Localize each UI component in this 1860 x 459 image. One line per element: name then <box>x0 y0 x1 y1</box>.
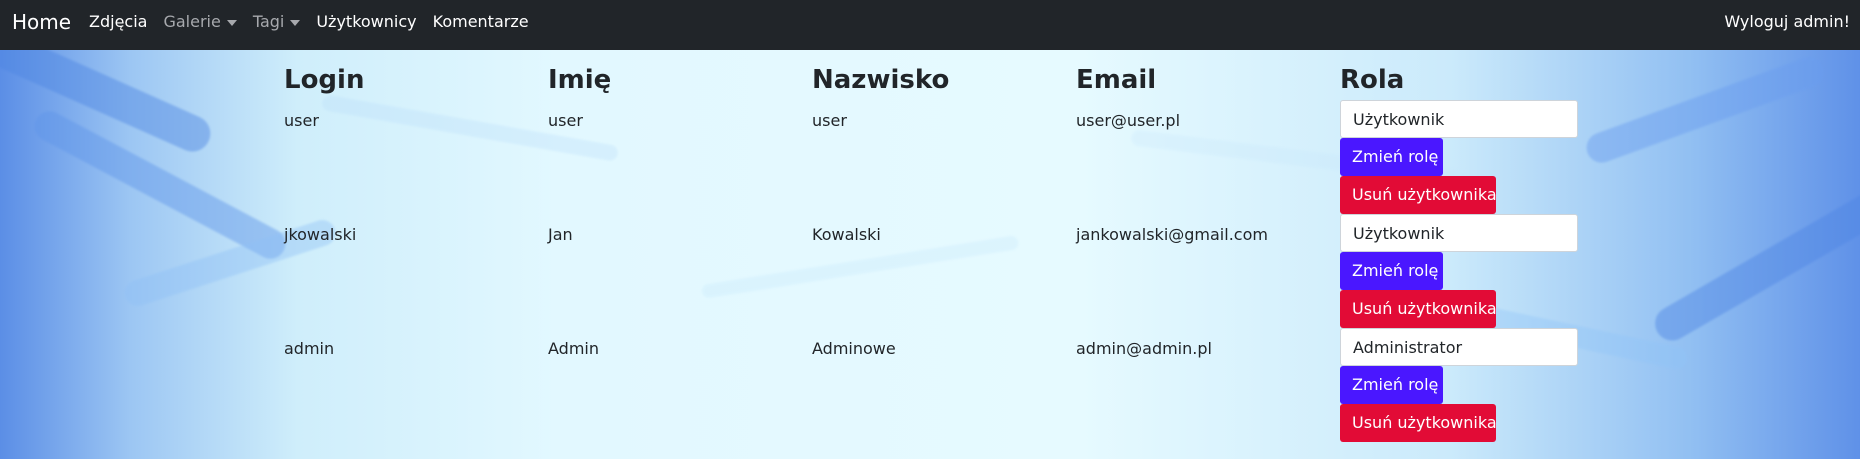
delete-user-button[interactable]: Usuń użytkownika <box>1340 290 1497 328</box>
first-name-cell: Jan <box>548 225 573 244</box>
first-name-cell: user <box>548 111 583 130</box>
role-actions: Zmień rolę Usuń użytkownika <box>1340 214 1578 328</box>
table-row: user user user user@user.pl Zmień rolę U… <box>284 100 1604 216</box>
email-column-header: Email <box>1076 65 1157 95</box>
chevron-down-icon <box>290 19 301 26</box>
nav-galleries-dropdown[interactable]: Galerie <box>163 12 237 32</box>
top-navbar: Home Zdjęcia Galerie Tagi Użytkownicy Ko… <box>0 0 1860 50</box>
table-header-row: Login Imię Nazwisko Email Rola <box>284 62 1604 102</box>
table-row: jkowalski Jan Kowalski jankowalski@gmail… <box>284 214 1604 330</box>
nav-comments-link[interactable]: Komentarze <box>433 12 529 32</box>
background-brush-stroke <box>1648 187 1860 347</box>
last-name-cell: Kowalski <box>812 225 881 244</box>
logout-link[interactable]: Wyloguj admin! <box>1724 12 1850 32</box>
last-name-cell: user <box>812 111 847 130</box>
main-navigation: Zdjęcia Galerie Tagi Użytkownicy Komenta… <box>89 12 529 32</box>
role-input[interactable] <box>1340 328 1578 366</box>
change-role-button[interactable]: Zmień rolę <box>1340 138 1443 176</box>
delete-user-button[interactable]: Usuń użytkownika <box>1340 404 1497 442</box>
role-actions: Zmień rolę Usuń użytkownika <box>1340 100 1578 214</box>
login-cell: user <box>284 111 319 130</box>
role-input[interactable] <box>1340 100 1578 138</box>
role-input[interactable] <box>1340 214 1578 252</box>
change-role-button[interactable]: Zmień rolę <box>1340 366 1443 404</box>
users-table: Login Imię Nazwisko Email Rola user user… <box>284 62 1604 444</box>
first-name-cell: Admin <box>548 339 599 358</box>
delete-user-button[interactable]: Usuń użytkownika <box>1340 176 1497 214</box>
nav-photos-link[interactable]: Zdjęcia <box>89 12 147 32</box>
email-cell: user@user.pl <box>1076 111 1181 130</box>
email-cell: admin@admin.pl <box>1076 339 1212 358</box>
change-role-button[interactable]: Zmień rolę <box>1340 252 1443 290</box>
role-actions: Zmień rolę Usuń użytkownika <box>1340 328 1578 442</box>
login-cell: jkowalski <box>284 225 357 244</box>
email-cell: jankowalski@gmail.com <box>1076 225 1268 244</box>
nav-tags-label: Tagi <box>252 12 285 31</box>
role-column-header: Rola <box>1340 65 1405 95</box>
table-row: admin Admin Adminowe admin@admin.pl Zmie… <box>284 328 1604 444</box>
last-name-column-header: Nazwisko <box>812 65 950 95</box>
nav-tags-dropdown[interactable]: Tagi <box>253 12 301 32</box>
background-brush-stroke <box>1582 53 1828 167</box>
last-name-cell: Adminowe <box>812 339 896 358</box>
login-cell: admin <box>284 339 335 358</box>
nav-galleries-label: Galerie <box>163 12 221 31</box>
first-name-column-header: Imię <box>548 65 612 95</box>
home-link[interactable]: Home <box>12 10 71 34</box>
nav-users-link[interactable]: Użytkownicy <box>316 12 416 32</box>
chevron-down-icon <box>226 19 237 26</box>
background-brush-stroke <box>29 106 291 264</box>
login-column-header: Login <box>284 65 365 95</box>
